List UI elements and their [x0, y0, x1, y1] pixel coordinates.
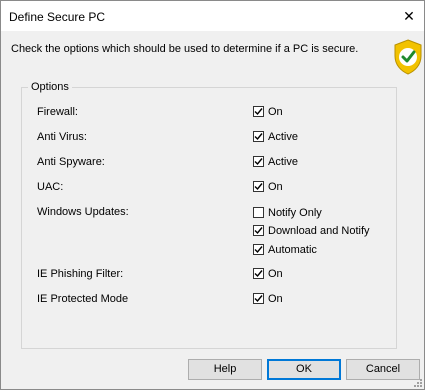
windows-updates-label: Windows Updates:: [37, 206, 129, 218]
antivirus-label: Anti Virus:: [37, 131, 87, 143]
checkbox-box[interactable]: [253, 244, 264, 255]
checkmark-icon: [254, 227, 263, 235]
download-and-notify-text: Download and Notify: [268, 224, 370, 237]
resize-grip-icon[interactable]: [412, 377, 422, 387]
help-button[interactable]: Help: [188, 359, 262, 380]
automatic-text: Automatic: [268, 243, 317, 256]
checkmark-icon: [254, 295, 263, 303]
options-legend: Options: [31, 81, 69, 93]
antispyware-checkbox-text: Active: [268, 155, 298, 168]
uac-checkbox[interactable]: On: [253, 180, 283, 193]
uac-label: UAC:: [37, 181, 64, 193]
checkmark-icon: [254, 158, 263, 166]
checkbox-box[interactable]: [253, 293, 264, 304]
checkmark-icon: [254, 270, 263, 278]
window-title: Define Secure PC: [9, 10, 106, 24]
notify-only-text: Notify Only: [268, 206, 322, 219]
checkbox-box[interactable]: [253, 181, 264, 192]
firewall-checkbox[interactable]: On: [253, 105, 283, 118]
antivirus-checkbox[interactable]: Active: [253, 130, 298, 143]
antispyware-label: Anti Spyware:: [37, 156, 105, 168]
checkmark-icon: [254, 183, 263, 191]
notify-only-checkbox[interactable]: Notify Only: [253, 206, 322, 219]
checkbox-box[interactable]: [253, 207, 264, 218]
firewall-checkbox-text: On: [268, 105, 283, 118]
ie-phishing-filter-text: On: [268, 267, 283, 280]
ie-protected-mode-text: On: [268, 292, 283, 305]
close-icon[interactable]: ✕: [394, 1, 424, 31]
checkbox-box[interactable]: [253, 131, 264, 142]
checkbox-box[interactable]: [253, 106, 264, 117]
checkbox-box[interactable]: [253, 268, 264, 279]
uac-checkbox-text: On: [268, 180, 283, 193]
ok-button[interactable]: OK: [267, 359, 341, 380]
checkmark-icon: [254, 108, 263, 116]
ie-phishing-filter-checkbox[interactable]: On: [253, 267, 283, 280]
ie-protected-mode-label: IE Protected Mode: [37, 293, 129, 305]
define-secure-pc-dialog: Define Secure PC ✕ Check the options whi…: [0, 0, 425, 390]
firewall-label: Firewall:: [37, 106, 78, 118]
ie-protected-mode-checkbox[interactable]: On: [253, 292, 283, 305]
checkbox-box[interactable]: [253, 225, 264, 236]
antispyware-checkbox[interactable]: Active: [253, 155, 298, 168]
shield-check-icon: [394, 39, 422, 75]
cancel-button[interactable]: Cancel: [346, 359, 420, 380]
instruction-text: Check the options which should be used t…: [11, 43, 359, 55]
checkmark-icon: [254, 246, 263, 254]
ie-phishing-filter-label: IE Phishing Filter:: [37, 268, 124, 280]
checkmark-icon: [254, 133, 263, 141]
checkbox-box[interactable]: [253, 156, 264, 167]
antivirus-checkbox-text: Active: [268, 130, 298, 143]
download-and-notify-checkbox[interactable]: Download and Notify: [253, 224, 370, 237]
title-bar[interactable]: Define Secure PC ✕: [1, 1, 424, 31]
automatic-checkbox[interactable]: Automatic: [253, 243, 317, 256]
